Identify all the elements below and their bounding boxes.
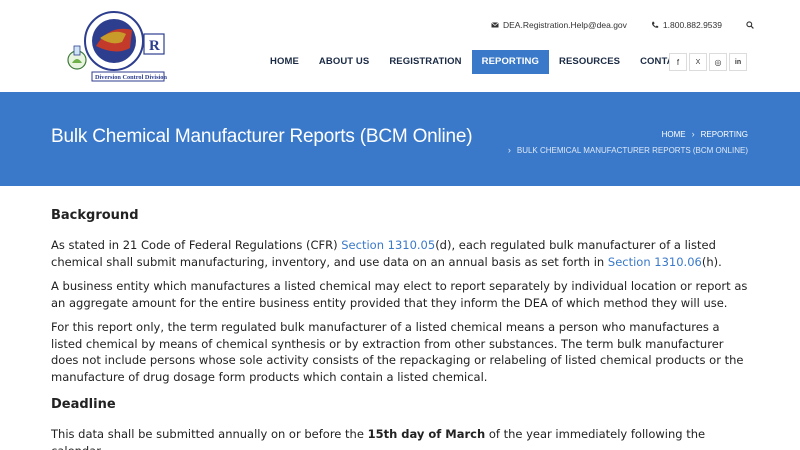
background-paragraph-2: A business entity which manufactures a l… (51, 279, 748, 310)
breadcrumb: HOME › REPORTING › BULK CHEMICAL MANUFAC… (508, 126, 748, 158)
section-1310-05-link[interactable]: Section 1310.05 (341, 238, 435, 252)
background-paragraph-3: For this report only, the term regulated… (51, 320, 744, 384)
deadline-date: 15th day of March (367, 427, 486, 441)
deadline-heading: Deadline (51, 397, 116, 412)
page-title: Bulk Chemical Manufacturer Reports (BCM … (51, 126, 473, 147)
linkedin-icon[interactable]: in (729, 53, 747, 71)
search-icon (746, 21, 754, 29)
site-header: R Diversion Control Division DEA.Registr… (0, 0, 800, 92)
breadcrumb-home[interactable]: HOME (662, 130, 686, 139)
paragraph-text: (h). (701, 254, 722, 269)
breadcrumb-reporting[interactable]: REPORTING (701, 130, 748, 139)
social-links: f X ◎ in (669, 53, 747, 71)
nav-about-us[interactable]: ABOUT US (309, 50, 379, 74)
phone-icon (651, 21, 659, 29)
email-text: DEA.Registration.Help@dea.gov (502, 20, 627, 30)
svg-text:R: R (149, 38, 160, 54)
nav-reporting[interactable]: REPORTING (471, 50, 549, 74)
main-content: Background As stated in 21 Code of Feder… (51, 186, 751, 450)
breadcrumb-current: BULK CHEMICAL MANUFACTURER REPORTS (BCM … (516, 145, 748, 155)
background-paragraph-1: As stated in 21 Code of Federal Regulati… (51, 237, 751, 270)
section-1310-06-link[interactable]: Section 1310.06 (608, 255, 702, 269)
email-link[interactable]: DEA.Registration.Help@dea.gov (491, 20, 627, 30)
nav-registration[interactable]: REGISTRATION (379, 50, 471, 74)
paragraph-text: This data shall be submitted annually on… (51, 427, 368, 441)
chevron-right-icon: › (507, 145, 511, 155)
deadline-paragraph: This data shall be submitted annually on… (51, 426, 751, 450)
facebook-icon[interactable]: f (669, 53, 687, 71)
envelope-icon (491, 21, 499, 29)
instagram-icon[interactable]: ◎ (709, 53, 727, 71)
nav-home[interactable]: HOME (260, 50, 309, 74)
phone-link[interactable]: 1.800.882.9539 (651, 20, 722, 30)
nav-resources[interactable]: RESOURCES (549, 50, 630, 74)
background-heading: Background (51, 208, 139, 223)
paragraph-text: As stated in 21 Code of Federal Regulati… (51, 238, 342, 252)
x-twitter-icon[interactable]: X (689, 53, 707, 71)
page-banner: Bulk Chemical Manufacturer Reports (BCM … (0, 92, 800, 186)
main-navigation: HOME ABOUT US REGISTRATION REPORTING RES… (260, 50, 713, 74)
logo-caption: Diversion Control Division (95, 74, 167, 81)
top-contact-bar: DEA.Registration.Help@dea.gov 1.800.882.… (467, 20, 754, 30)
search-button[interactable] (746, 21, 754, 29)
dea-diversion-logo[interactable]: R Diversion Control Division (64, 8, 168, 84)
phone-text: 1.800.882.9539 (662, 20, 722, 30)
chevron-right-icon: › (691, 129, 695, 139)
